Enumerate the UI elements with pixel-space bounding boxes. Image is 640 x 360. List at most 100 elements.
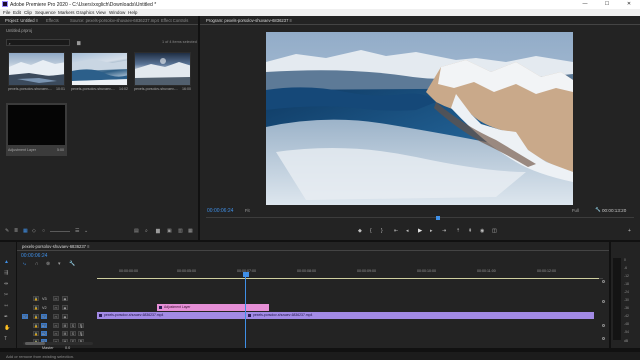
zoom-out-icon[interactable]: ○ [42, 228, 45, 234]
microphone-icon[interactable]: 🎙 [78, 323, 84, 328]
tab-effect-controls[interactable]: Effect Controls [161, 18, 188, 23]
work-area-bar[interactable] [97, 278, 599, 280]
menu-view[interactable]: View [96, 10, 106, 15]
mark-out-icon[interactable]: } [381, 228, 383, 234]
master-volume-value[interactable]: 0.0 [65, 346, 70, 350]
timeline-playhead-handle[interactable] [242, 272, 249, 277]
add-marker-icon[interactable]: ◆ [358, 228, 362, 234]
clear-icon[interactable]: ▥ [178, 228, 183, 234]
playhead-timecode[interactable]: 00:00:06:24 [207, 208, 233, 214]
menu-file[interactable]: File [3, 10, 10, 15]
play-icon[interactable]: ▶ [418, 228, 422, 234]
automate-to-sequence-icon[interactable]: ▤ [134, 228, 139, 234]
program-time-ruler[interactable] [206, 217, 634, 223]
tab-source[interactable]: Source: pexels-porsolov-shuvaev-6836237.… [70, 18, 159, 23]
menu-markers[interactable]: Markers [58, 10, 75, 15]
hand-tool-icon[interactable]: ✋ [4, 325, 10, 331]
lift-icon[interactable]: ⇡ [456, 228, 460, 234]
sequence-timecode[interactable]: 00:00:06:24 [21, 253, 47, 259]
wrench-icon[interactable]: 🔧 [595, 207, 601, 213]
eye-icon[interactable]: ◉ [62, 296, 68, 301]
add-marker-icon[interactable]: ▾ [58, 261, 61, 267]
scroll-handle[interactable] [602, 300, 605, 303]
slip-tool-icon[interactable]: ⇿ [4, 303, 8, 309]
go-to-out-icon[interactable]: ⇥ [442, 228, 446, 234]
adjustment-layer-item[interactable]: Adjustment Layer 5:00 [6, 103, 67, 156]
lock-icon[interactable]: 🔒 [33, 323, 39, 328]
zoom-level-select[interactable]: Fit [245, 208, 250, 213]
step-forward-icon[interactable]: ▸ [430, 228, 433, 234]
pencil-icon[interactable]: ✎ [5, 228, 9, 234]
sync-lock-icon[interactable]: ▭ [53, 305, 59, 310]
microphone-icon[interactable]: 🎙 [78, 331, 84, 336]
mute-button[interactable]: M [62, 323, 68, 328]
sync-lock-icon[interactable]: ▭ [53, 314, 59, 319]
tab-effects[interactable]: Effects [46, 18, 59, 23]
sync-lock-icon[interactable]: ▭ [53, 331, 59, 336]
type-tool-icon[interactable]: T [4, 336, 7, 342]
solo-button[interactable]: S [70, 323, 76, 328]
extract-icon[interactable]: ⇞ [468, 228, 472, 234]
selection-tool-icon[interactable]: ▲ [4, 259, 9, 265]
sync-lock-icon[interactable]: ▭ [53, 323, 59, 328]
clip-thumbnail-1[interactable] [8, 52, 65, 86]
chevron-down-icon[interactable]: ⌄ [84, 228, 88, 234]
menu-graphics[interactable]: Graphics [76, 10, 94, 15]
lock-icon[interactable]: 🔒 [33, 305, 39, 310]
ripple-edit-tool-icon[interactable]: ⇹ [4, 281, 8, 287]
new-bin-icon[interactable]: ▆ [156, 228, 160, 234]
scrollbar-knob[interactable] [25, 342, 45, 345]
zoom-slider[interactable] [50, 231, 70, 232]
eye-icon[interactable]: ◉ [62, 305, 68, 310]
timeline-settings-icon[interactable]: 🔧 [69, 261, 75, 267]
sort-icon[interactable]: ☰ [75, 228, 79, 234]
resolution-select[interactable]: Full [572, 208, 579, 213]
comparison-view-icon[interactable]: ◫ [492, 228, 497, 234]
new-item-icon[interactable]: ▣ [167, 228, 172, 234]
tab-program[interactable]: Program: pexels-porsolov-shuvaev-6836237… [206, 18, 292, 23]
sync-lock-icon[interactable]: ▭ [53, 296, 59, 301]
lock-icon[interactable]: 🔒 [33, 331, 39, 336]
tab-sequence[interactable]: pexels-porsolov-shuvaev-6836237 ≡ [22, 244, 90, 249]
track-target-a1[interactable]: A1 [41, 323, 47, 328]
clip-thumbnail-2[interactable] [71, 52, 128, 86]
program-video-frame[interactable] [266, 32, 573, 205]
step-back-icon[interactable]: ◂ [406, 228, 409, 234]
track-target-a2[interactable]: A2 [41, 331, 47, 336]
trash-icon[interactable]: ▦ [188, 228, 193, 234]
timeline-horizontal-scrollbar[interactable] [23, 342, 93, 345]
scroll-handle[interactable] [602, 337, 605, 340]
scroll-handle[interactable] [602, 324, 605, 327]
minimize-button[interactable]: — [574, 0, 596, 9]
lock-icon[interactable]: 🔒 [33, 314, 39, 319]
project-search-input[interactable]: ⌕ [6, 39, 70, 46]
mark-in-icon[interactable]: { [370, 228, 372, 234]
tab-project[interactable]: Project: Untitled ≡ [5, 18, 38, 23]
maximize-button[interactable]: ☐ [596, 0, 618, 9]
source-patch-v1[interactable]: V1 [22, 314, 28, 319]
list-view-icon[interactable]: ≣ [14, 228, 18, 234]
clip-thumbnail-3[interactable] [134, 52, 191, 86]
mute-button[interactable]: M [62, 331, 68, 336]
track-select-tool-icon[interactable]: ⇶ [4, 270, 8, 276]
track-target-v1[interactable]: V1 [41, 314, 47, 319]
video-clip-1[interactable]: pexels-porsolov-shuvaev-6836237.mp4 [97, 312, 245, 319]
menu-clip[interactable]: Clip [24, 10, 32, 15]
freeform-view-icon[interactable]: ◇ [32, 228, 36, 234]
lock-icon[interactable]: 🔒 [33, 296, 39, 301]
scroll-handle[interactable] [602, 280, 605, 283]
snap-icon[interactable]: ∩ [35, 261, 39, 267]
menu-help[interactable]: Help [128, 10, 137, 15]
menu-edit[interactable]: Edit [13, 10, 21, 15]
program-playhead[interactable] [436, 216, 440, 220]
solo-button[interactable]: S [70, 331, 76, 336]
eye-icon[interactable]: ◉ [62, 314, 68, 319]
linked-selection-icon[interactable]: ⊗ [46, 261, 50, 267]
close-button[interactable]: ✕ [618, 0, 640, 9]
add-button-icon[interactable]: + [628, 228, 631, 234]
timeline-playhead[interactable] [245, 272, 246, 348]
insert-nest-icon[interactable]: ⤷ [23, 261, 26, 267]
menu-window[interactable]: Window [109, 10, 125, 15]
menu-sequence[interactable]: Sequence [35, 10, 56, 15]
adjustment-layer-clip[interactable]: Adjustment Layer [157, 304, 269, 311]
